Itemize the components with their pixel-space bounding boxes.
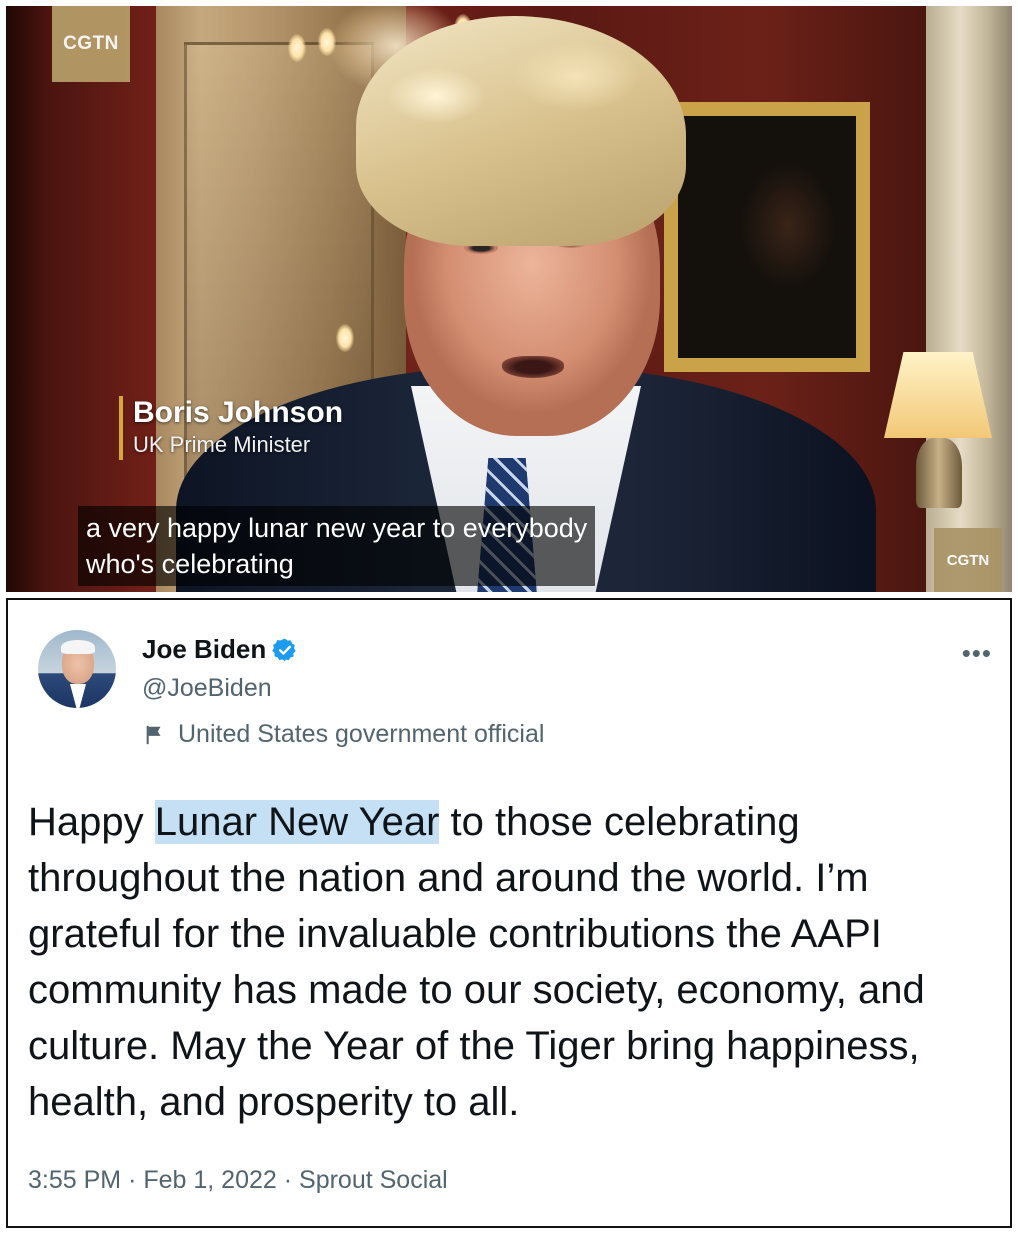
- tweet-metadata: 3:55 PM · Feb 1, 2022 · Sprout Social: [28, 1166, 448, 1195]
- tweet-time[interactable]: 3:55 PM: [28, 1166, 121, 1194]
- tweet-text-rest: to those celebrating throughout the nati…: [28, 800, 925, 1124]
- candle-light: [288, 34, 306, 62]
- tweet-date[interactable]: Feb 1, 2022: [143, 1166, 276, 1194]
- separator: ·: [283, 1166, 293, 1194]
- subtitle-box: a very happy lunar new year to everybody…: [78, 506, 596, 586]
- lower-third: Boris Johnson UK Prime Minister: [119, 396, 343, 460]
- avatar-shirt: [70, 684, 86, 708]
- lamp-base: [916, 438, 962, 508]
- avatar[interactable]: [38, 630, 116, 708]
- video-frame: CGTN CGTN Boris Johnson UK Prime Ministe…: [6, 6, 1012, 592]
- tweet-text: Happy Lunar New Year to those celebratin…: [28, 794, 998, 1130]
- avatar-hair: [61, 640, 95, 654]
- verified-badge-icon: [272, 638, 296, 661]
- channel-logo: CGTN: [52, 6, 130, 82]
- speaker-mouth: [502, 356, 564, 378]
- account-label: United States government official: [144, 720, 544, 749]
- user-handle[interactable]: @JoeBiden: [142, 674, 272, 703]
- background-painting: [664, 102, 870, 372]
- separator: ·: [128, 1166, 137, 1194]
- tweet-source[interactable]: Sprout Social: [299, 1166, 448, 1194]
- more-horizontal-icon[interactable]: •••: [962, 638, 992, 669]
- subtitle-line: a very happy lunar new year to everybody: [86, 513, 588, 543]
- wall-panel: [6, 6, 46, 592]
- tweet-card: Joe Biden @JoeBiden United States govern…: [6, 598, 1012, 1228]
- subtitle-line: who's celebrating: [86, 549, 294, 579]
- wall-light: [336, 324, 354, 352]
- speaker-title: UK Prime Minister: [133, 432, 311, 457]
- tweet-text-start: Happy: [28, 800, 155, 844]
- highlighted-text: Lunar New Year: [154, 800, 440, 844]
- painting-canvas: [678, 116, 856, 358]
- candle-light: [318, 28, 336, 56]
- display-name[interactable]: Joe Biden: [142, 634, 266, 665]
- flag-icon: [146, 725, 161, 744]
- account-label-text: United States government official: [178, 720, 545, 748]
- speaker-name: Boris Johnson: [133, 396, 344, 429]
- channel-logo-watermark: CGTN: [934, 528, 1002, 592]
- author-name-row: Joe Biden: [142, 634, 298, 665]
- speaker-hair: [356, 16, 686, 246]
